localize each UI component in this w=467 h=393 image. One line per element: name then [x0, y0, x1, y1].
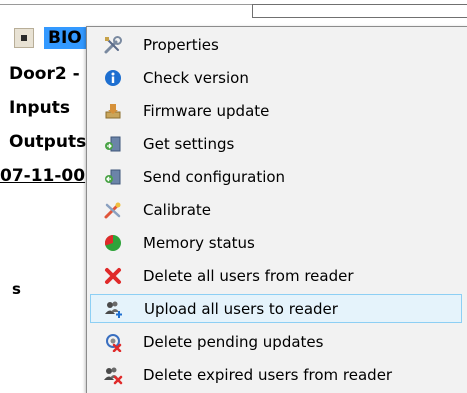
- menu-item-label: Calibrate: [143, 200, 211, 219]
- menu-item-label: Get settings: [143, 134, 235, 153]
- users-upload-icon: [103, 298, 125, 320]
- delete-pending-icon: [102, 331, 124, 353]
- menu-item-label: Properties: [143, 35, 219, 54]
- menu-item-firmware-update[interactable]: Firmware update: [90, 96, 462, 125]
- get-settings-icon: [102, 133, 124, 155]
- tree-partial-label: s: [12, 280, 21, 298]
- menu-item-label: Upload all users to reader: [144, 299, 338, 318]
- wrench-screwdriver-icon: [102, 34, 124, 56]
- tree-node-outputs[interactable]: Outputs: [9, 132, 86, 152]
- menu-item-label: Delete expired users from reader: [143, 365, 393, 384]
- menu-item-label: Firmware update: [143, 101, 270, 120]
- menu-item-label: Memory status: [143, 233, 255, 252]
- menu-item-label: Delete pending updates: [143, 332, 324, 351]
- context-menu: Properties Check version Firmware update: [86, 26, 467, 393]
- menu-item-properties[interactable]: Properties: [90, 30, 462, 59]
- column-header-box: [252, 4, 467, 18]
- firmware-update-icon: [102, 100, 124, 122]
- reader-device-icon: [14, 28, 34, 48]
- menu-item-memory-status[interactable]: Memory status: [90, 228, 462, 257]
- tree-node-door[interactable]: Door2 -: [9, 64, 80, 84]
- pie-chart-icon: [102, 232, 124, 254]
- menu-item-delete-expired-users[interactable]: Delete expired users from reader: [90, 360, 462, 389]
- menu-item-label: Check version: [143, 68, 249, 87]
- menu-item-check-version[interactable]: Check version: [90, 63, 462, 92]
- menu-item-calibrate[interactable]: Calibrate: [90, 195, 462, 224]
- menu-item-send-configuration[interactable]: Send configuration: [90, 162, 462, 191]
- tree-node-inputs[interactable]: Inputs: [9, 98, 70, 118]
- send-configuration-icon: [102, 166, 124, 188]
- calibrate-icon: [102, 199, 124, 221]
- menu-item-label: Send configuration: [143, 167, 286, 186]
- menu-item-delete-all-users[interactable]: Delete all users from reader: [90, 261, 462, 290]
- menu-item-get-settings[interactable]: Get settings: [90, 129, 462, 158]
- tree-node-date[interactable]: 07-11-00: [0, 166, 85, 186]
- menu-item-delete-pending-updates[interactable]: Delete pending updates: [90, 327, 462, 356]
- menu-item-upload-all-users[interactable]: Upload all users to reader: [90, 294, 462, 323]
- menu-item-label: Delete all users from reader: [143, 266, 354, 285]
- red-x-icon: [102, 265, 124, 287]
- info-icon: [102, 67, 124, 89]
- delete-expired-users-icon: [102, 364, 124, 386]
